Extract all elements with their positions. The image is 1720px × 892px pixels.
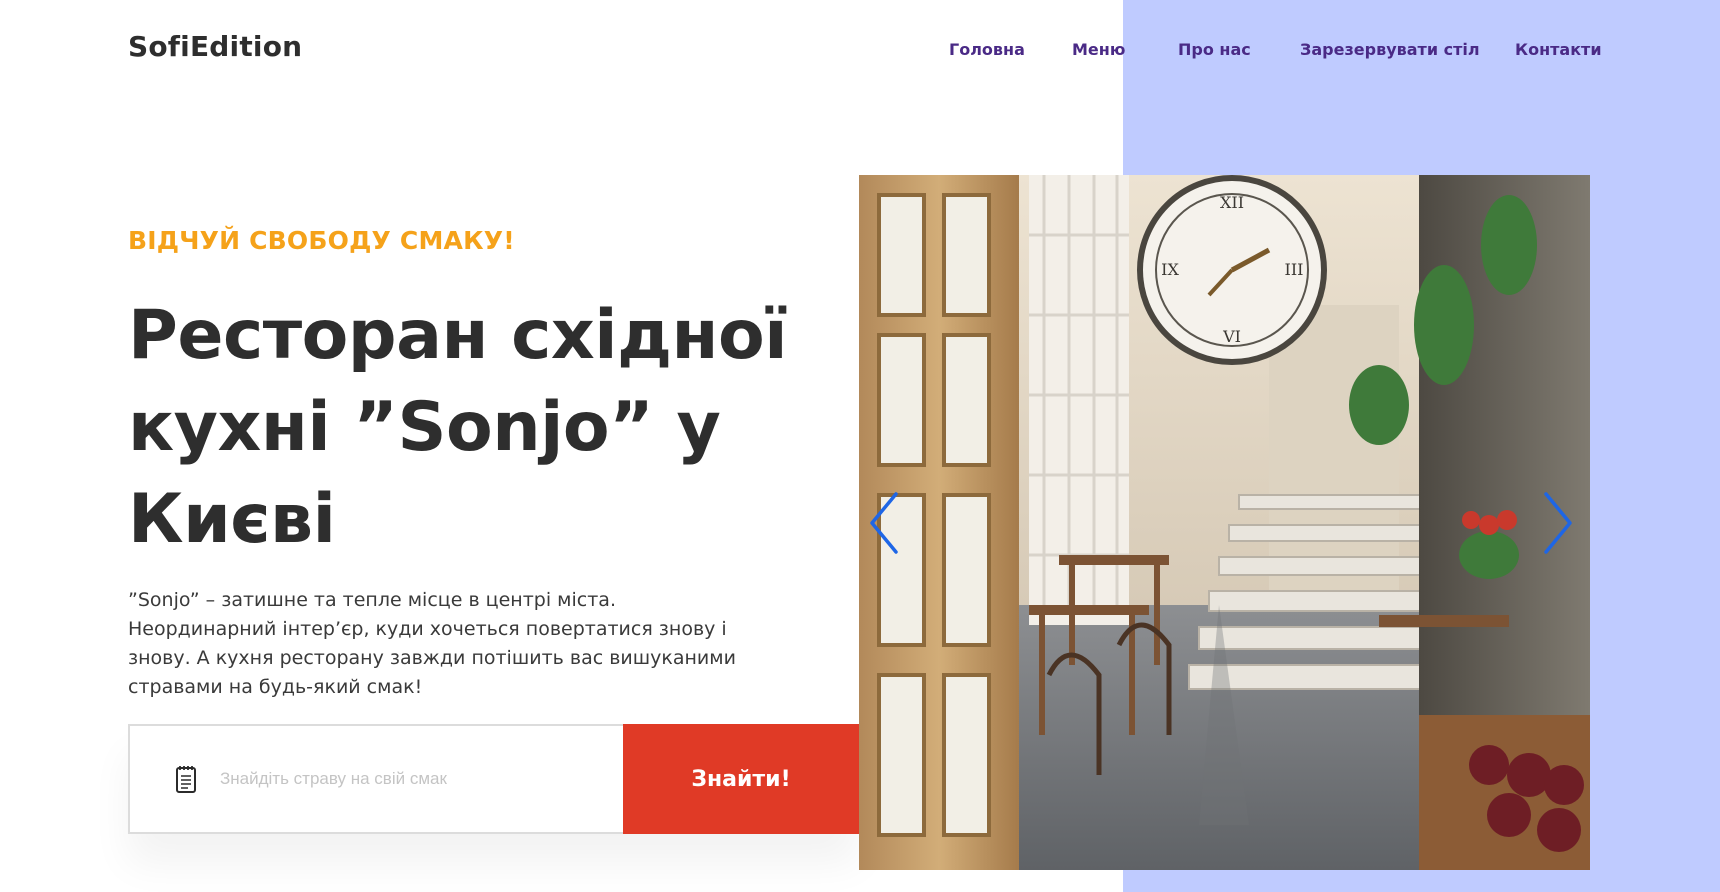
- nav-item-home[interactable]: Головна: [949, 40, 1025, 59]
- hero-slider-image: XII III VI IX: [859, 175, 1590, 870]
- chevron-right-icon[interactable]: [1538, 488, 1578, 558]
- hero-description: ”Sonjo” – затишне та тепле місце в центр…: [128, 589, 736, 698]
- hero-title: Ресторан східної кухні ”Sonjo” у Києві: [128, 296, 788, 559]
- search-field-container[interactable]: [128, 724, 623, 834]
- search-input[interactable]: [220, 769, 600, 789]
- nav-item-menu[interactable]: Меню: [1072, 40, 1125, 59]
- nav-item-about[interactable]: Про нас: [1178, 40, 1251, 59]
- dish-search-form: Знайти!: [128, 724, 859, 834]
- notepad-icon: [176, 766, 196, 793]
- nav-item-reserve[interactable]: Зарезервувати стіл: [1300, 40, 1480, 59]
- restaurant-interior-photo: XII III VI IX: [859, 175, 1590, 870]
- svg-text:IX: IX: [1161, 260, 1179, 279]
- chevron-left-icon[interactable]: [864, 488, 904, 558]
- nav-item-contacts[interactable]: Контакти: [1515, 40, 1602, 59]
- svg-text:XII: XII: [1220, 193, 1244, 212]
- brand-logo[interactable]: SofiEdition: [128, 30, 302, 63]
- hero-tagline: ВІДЧУЙ СВОБОДУ СМАКУ!: [128, 226, 515, 255]
- svg-text:III: III: [1285, 260, 1304, 279]
- search-button[interactable]: Знайти!: [623, 724, 859, 834]
- svg-text:VI: VI: [1222, 327, 1241, 346]
